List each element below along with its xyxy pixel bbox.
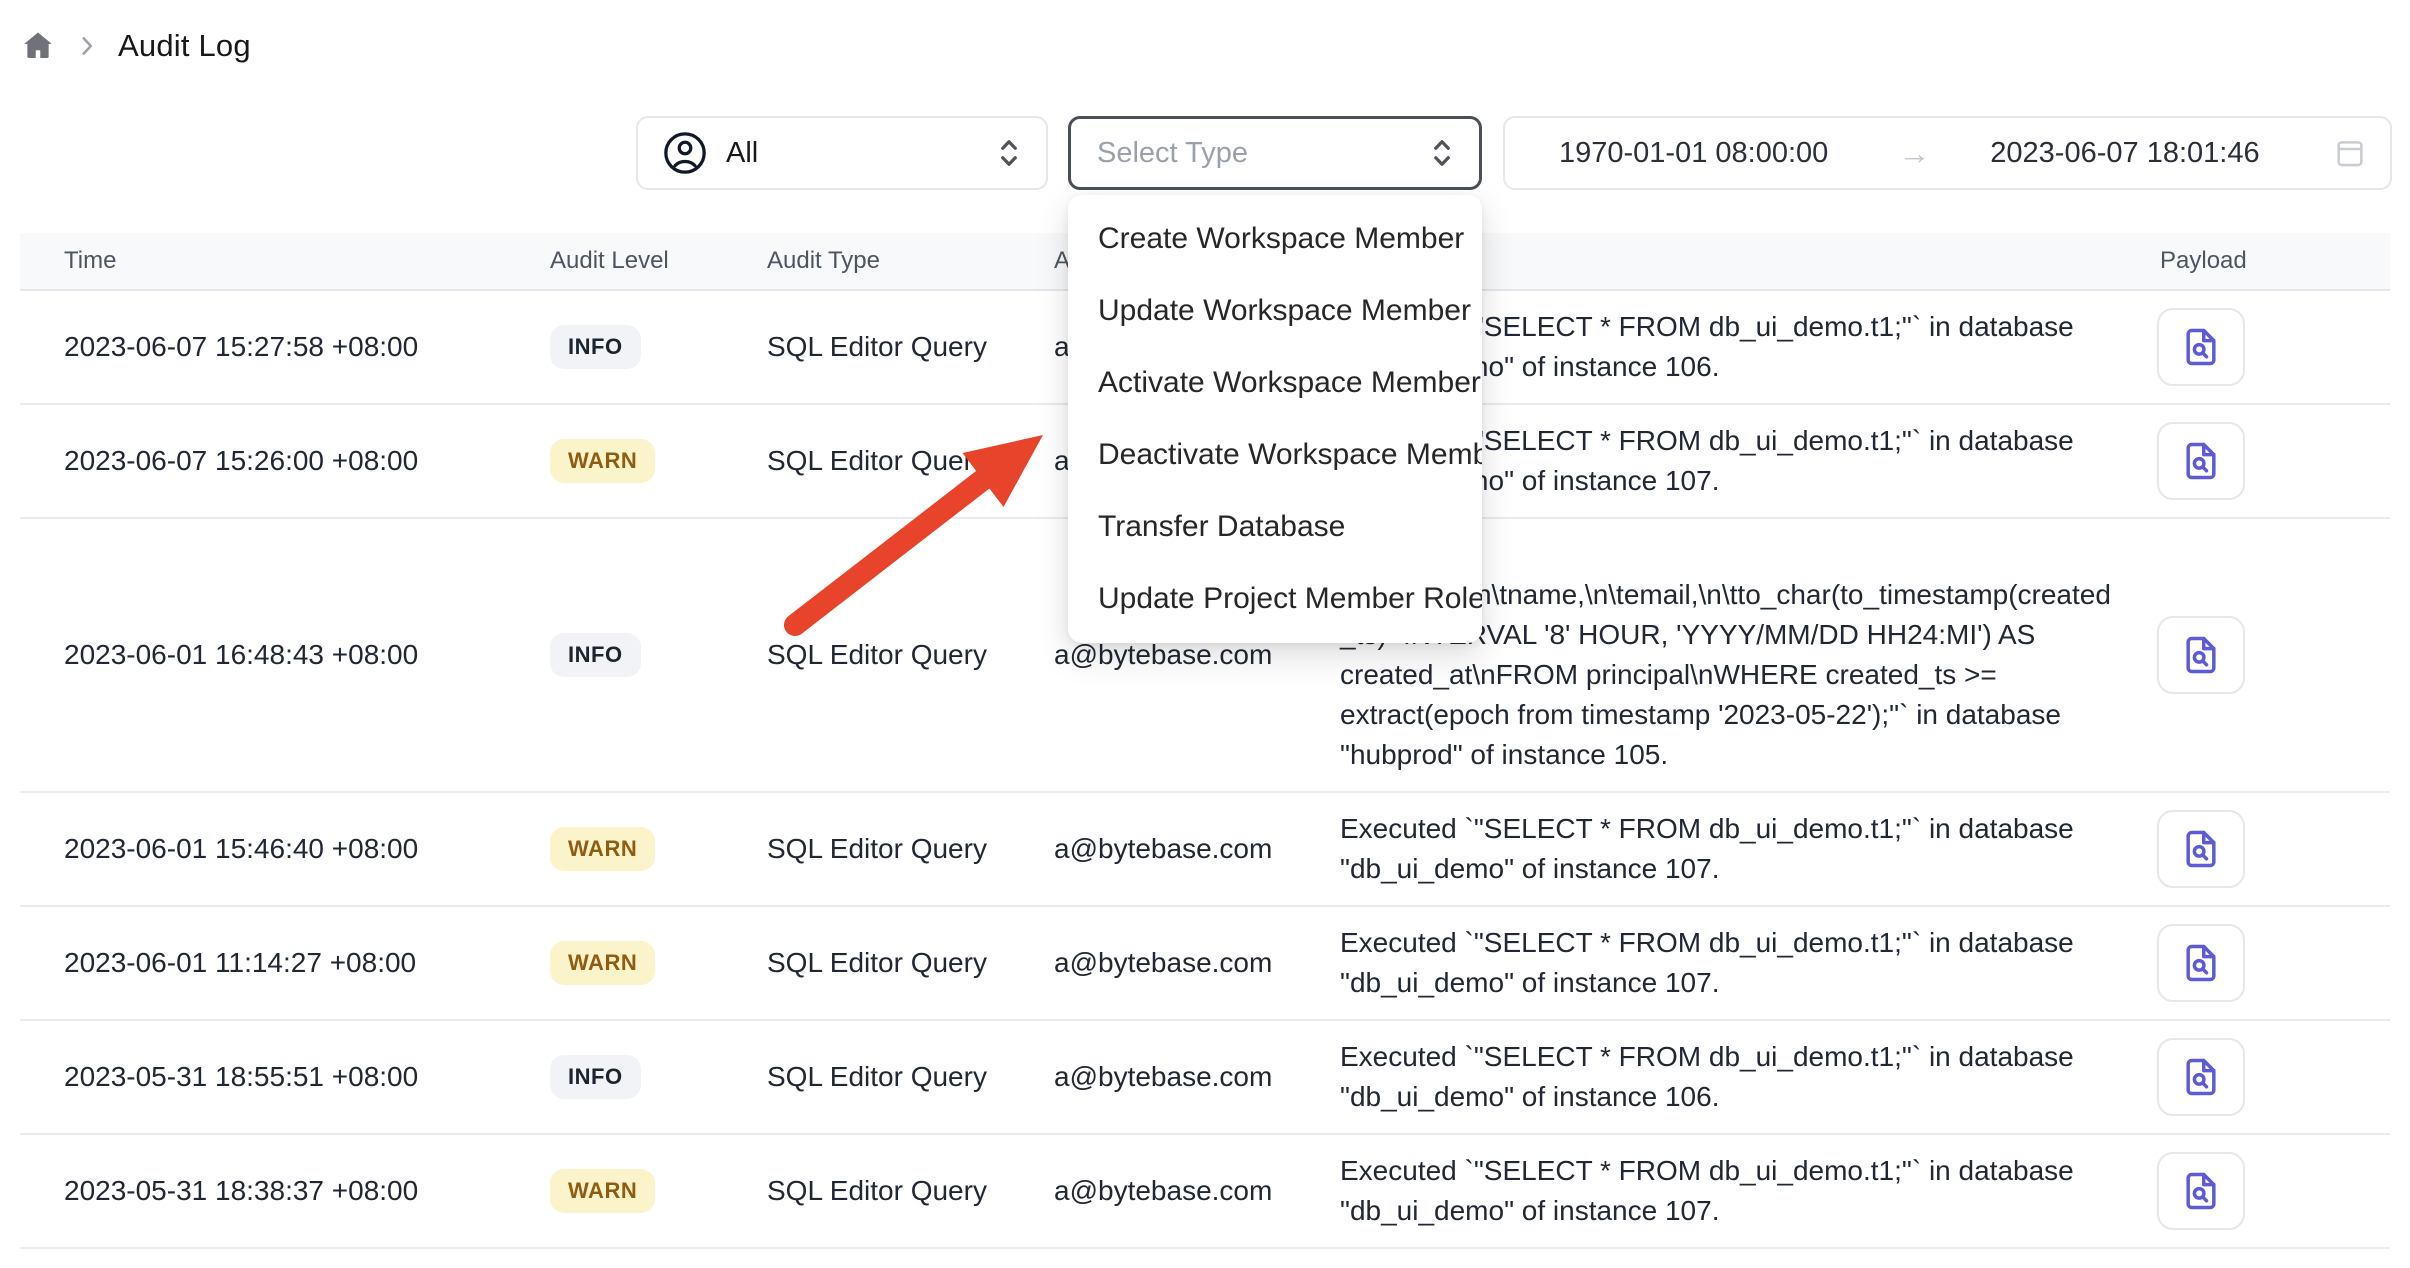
payload-view-button[interactable] <box>2157 810 2245 888</box>
payload-view-button[interactable] <box>2157 308 2245 386</box>
table-row: 2023-05-31 18:55:51 +08:00 INFO SQL Edit… <box>20 1021 2390 1135</box>
audit-level-badge: WARN <box>550 439 655 483</box>
time-cell: 2023-06-01 11:14:27 +08:00 <box>64 947 550 979</box>
arrow-right-icon: → <box>1898 135 1930 172</box>
time-cell: 2023-06-07 15:26:00 +08:00 <box>64 445 550 477</box>
payload-view-button[interactable] <box>2157 616 2245 694</box>
type-filter-select[interactable]: Select Type <box>1068 116 1482 190</box>
payload-view-button[interactable] <box>2157 1152 2245 1230</box>
audit-log-page: Audit Log All Select Type 1970-01-01 08:… <box>0 0 2410 1268</box>
payload-view-button[interactable] <box>2157 1038 2245 1116</box>
col-audit-type: Audit Type <box>767 247 1054 275</box>
type-filter-placeholder: Select Type <box>1097 137 1427 170</box>
time-cell: 2023-05-31 18:55:51 +08:00 <box>64 1061 550 1093</box>
time-cell: 2023-06-07 15:27:58 +08:00 <box>64 331 550 363</box>
audit-type-cell: SQL Editor Query <box>767 1061 1054 1093</box>
dropdown-option[interactable]: Update Workspace Member <box>1068 275 1482 347</box>
audit-type-cell: SQL Editor Query <box>767 1175 1054 1207</box>
breadcrumb: Audit Log <box>20 24 251 68</box>
actor-cell: a@bytebase.com <box>1054 1061 1340 1093</box>
page-title: Audit Log <box>118 28 251 64</box>
dropdown-option[interactable]: Deactivate Workspace Member <box>1068 419 1482 491</box>
file-search-icon <box>2179 631 2223 679</box>
comment-cell: Executed `"SELECT * FROM db_ui_demo.t1;"… <box>1340 907 2140 1019</box>
actor-filter-value: All <box>726 137 976 170</box>
audit-level-badge: INFO <box>550 1055 641 1099</box>
actor-cell: a@bytebase.com <box>1054 947 1340 979</box>
col-time: Time <box>64 247 550 275</box>
file-search-icon <box>2179 437 2223 485</box>
actor-cell: a@bytebase.com <box>1054 833 1340 865</box>
date-range-end: 2023-06-07 18:01:46 <box>1990 137 2332 170</box>
table-row: 2023-06-01 11:14:27 +08:00 WARN SQL Edit… <box>20 907 2390 1021</box>
user-circle-icon <box>662 130 708 176</box>
actor-cell: a@bytebase.com <box>1054 1175 1340 1207</box>
dropdown-option[interactable]: Activate Workspace Member <box>1068 347 1482 419</box>
table-row: 2023-06-01 15:46:40 +08:00 WARN SQL Edit… <box>20 793 2390 907</box>
file-search-icon <box>2179 939 2223 987</box>
audit-type-cell: SQL Editor Query <box>767 445 1054 477</box>
audit-type-cell: SQL Editor Query <box>767 833 1054 865</box>
dropdown-option[interactable]: Create Workspace Member <box>1068 203 1482 275</box>
actor-cell: a@bytebase.com <box>1054 639 1340 671</box>
file-search-icon <box>2179 323 2223 371</box>
audit-level-badge: WARN <box>550 941 655 985</box>
comment-cell: Executed `"SELECT * FROM db_ui_demo.t1;"… <box>1340 1021 2140 1133</box>
audit-level-badge: INFO <box>550 633 641 677</box>
payload-view-button[interactable] <box>2157 422 2245 500</box>
updown-chevron-icon <box>1427 136 1457 170</box>
table-row: 2023-05-31 18:38:37 +08:00 WARN SQL Edit… <box>20 1135 2390 1249</box>
audit-type-cell: SQL Editor Query <box>767 331 1054 363</box>
payload-view-button[interactable] <box>2157 924 2245 1002</box>
breadcrumb-chevron-icon <box>74 33 100 59</box>
audit-level-badge: INFO <box>550 325 641 369</box>
actor-filter-select[interactable]: All <box>636 116 1048 190</box>
audit-level-badge: WARN <box>550 827 655 871</box>
date-range-start: 1970-01-01 08:00:00 <box>1559 137 1828 170</box>
home-icon[interactable] <box>20 28 56 64</box>
time-cell: 2023-06-01 16:48:43 +08:00 <box>64 639 550 671</box>
comment-cell: Executed `"SELECT * FROM db_ui_demo.t1;"… <box>1340 793 2140 905</box>
dropdown-option[interactable]: Transfer Database <box>1068 491 1482 563</box>
audit-type-cell: SQL Editor Query <box>767 947 1054 979</box>
type-dropdown-menu: Create Workspace Member Update Workspace… <box>1068 195 1482 643</box>
calendar-icon <box>2332 136 2368 170</box>
col-payload: Payload <box>2140 247 2390 275</box>
audit-level-badge: WARN <box>550 1169 655 1213</box>
updown-chevron-icon <box>994 136 1024 170</box>
comment-cell: Executed `"SELECT * FROM db_ui_demo.t1;"… <box>1340 1135 2140 1247</box>
audit-type-cell: SQL Editor Query <box>767 639 1054 671</box>
file-search-icon <box>2179 1167 2223 1215</box>
time-cell: 2023-05-31 18:38:37 +08:00 <box>64 1175 550 1207</box>
file-search-icon <box>2179 825 2223 873</box>
dropdown-option[interactable]: Update Project Member Role <box>1068 563 1482 635</box>
col-audit-level: Audit Level <box>550 247 767 275</box>
file-search-icon <box>2179 1053 2223 1101</box>
time-cell: 2023-06-01 15:46:40 +08:00 <box>64 833 550 865</box>
date-range-picker[interactable]: 1970-01-01 08:00:00 → 2023-06-07 18:01:4… <box>1503 116 2392 190</box>
